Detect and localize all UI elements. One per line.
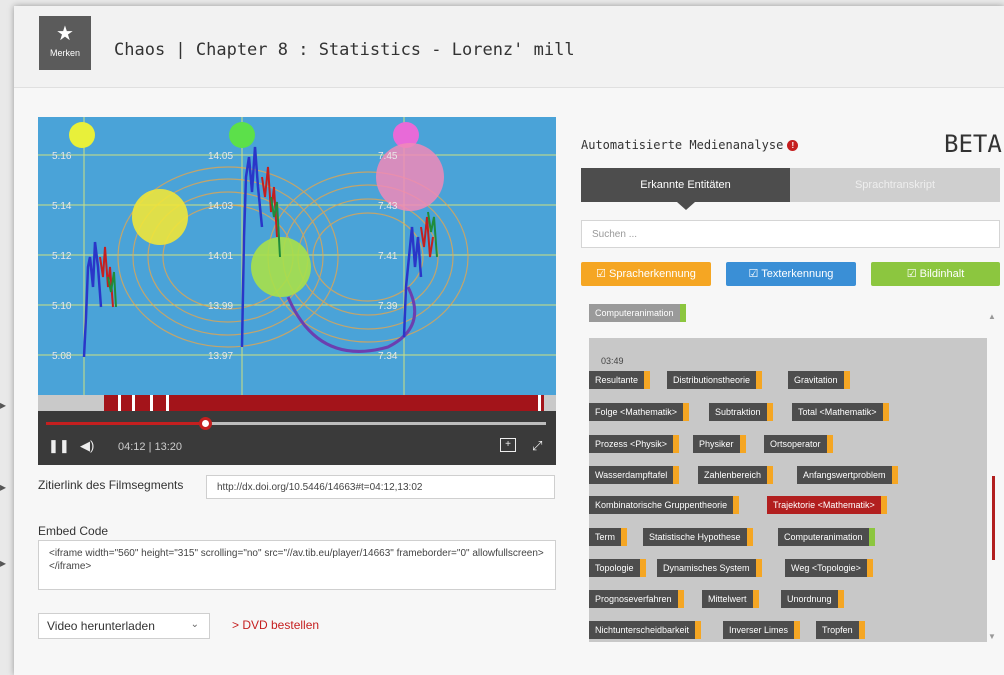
player-controls: ❚❚ ◀) 04:12 | 13:20 + ⤢ <box>38 411 556 465</box>
entity-tag[interactable]: Tropfen <box>816 621 865 639</box>
segment-time: 03:49 <box>601 356 624 366</box>
entity-tag[interactable]: Kombinatorische Gruppentheorie <box>589 496 740 514</box>
fullscreen-icon[interactable]: ⤢ <box>532 438 542 454</box>
entity-tag[interactable]: Distributionstheorie <box>667 371 763 389</box>
time-display: 04:12 | 13:20 <box>118 441 183 453</box>
entity-tag-panel: Computeranimation 03:49 Resultante Distr… <box>589 294 987 646</box>
filter-text-recognition[interactable]: ☑ Texterkennung <box>726 262 856 286</box>
entity-tag[interactable]: Anfangswertproblem <box>797 466 898 484</box>
add-segment-icon[interactable]: + <box>500 438 516 452</box>
entity-tag[interactable]: Zahlenbereich <box>698 466 774 484</box>
beta-badge: BETA <box>944 130 1002 158</box>
entity-tag-highlighted[interactable]: Trajektorie <Mathematik> <box>767 496 887 514</box>
chevron-down-icon[interactable]: ▼ <box>988 632 996 641</box>
entity-tag[interactable]: Weg <Topologie> <box>785 559 873 577</box>
segment-strip[interactable] <box>38 395 556 411</box>
arrow-pointer-icon: ▸ <box>0 556 7 570</box>
overlay-number: 14.05 <box>208 151 233 162</box>
page-frame: ★ Merken Chaos | Chapter 8 : Statistics … <box>14 6 1004 675</box>
seek-progress <box>46 422 205 425</box>
embed-code-field[interactable]: <iframe width="560" height="315" scrolli… <box>38 540 556 590</box>
entity-tag[interactable]: Ortsoperator <box>764 435 833 453</box>
entity-tag[interactable]: Wasserdampftafel <box>589 466 680 484</box>
entity-tag[interactable]: Statistische Hypothese <box>643 528 753 546</box>
video-player[interactable]: 5.16 5.14 5.12 5.10 5.08 14.05 14.03 14.… <box>38 117 556 395</box>
overlay-number: 7.34 <box>378 351 398 362</box>
overlay-number: 14.03 <box>208 201 233 212</box>
chevron-up-icon[interactable]: ▲ <box>988 312 996 321</box>
analysis-title: Automatisierte Medienanalyse! <box>581 138 799 152</box>
seek-handle[interactable] <box>198 417 212 430</box>
entity-tag[interactable]: Prozess <Physik> <box>589 435 680 453</box>
entity-tag[interactable]: Nichtunterscheidbarkeit <box>589 621 702 639</box>
overlay-number: 7.39 <box>378 301 398 312</box>
overlay-number: 14.01 <box>208 251 233 262</box>
bookmark-label: Merken <box>49 48 80 58</box>
embed-label: Embed Code <box>38 524 109 538</box>
entity-tag[interactable]: Total <Mathematik> <box>792 403 889 421</box>
chevron-down-icon: ⌄ <box>190 619 199 630</box>
scrollbar-thumb[interactable] <box>992 476 995 560</box>
filter-speech-recognition[interactable]: ☑ Spracherkennung <box>581 262 711 286</box>
bookmark-button[interactable]: ★ Merken <box>39 16 91 70</box>
header: ★ Merken Chaos | Chapter 8 : Statistics … <box>14 6 1004 88</box>
volume-icon[interactable]: ◀) <box>80 438 94 454</box>
entity-tag[interactable]: Term <box>589 528 627 546</box>
entity-tag[interactable]: Prognoseverfahren <box>589 590 684 608</box>
segment-strip-visual <box>38 395 556 411</box>
entity-tag[interactable]: Physiker <box>693 435 746 453</box>
analysis-title-text: Automatisierte Medienanalyse <box>581 138 784 152</box>
filter-label: Texterkennung <box>761 268 834 280</box>
overlay-number: 5.12 <box>52 251 72 262</box>
citation-label: Zitierlink des Filmsegments <box>38 478 184 492</box>
overlay-number: 5.16 <box>52 151 72 162</box>
arrow-pointer-icon: ▸ <box>0 480 7 494</box>
tag-panel-scrollbar[interactable]: ▲ ▼ <box>988 306 998 646</box>
tab-entities[interactable]: Erkannte Entitäten <box>581 168 790 210</box>
star-icon: ★ <box>56 23 74 45</box>
entity-tag[interactable]: Computeranimation <box>589 304 686 322</box>
filter-image-content[interactable]: ☑ Bildinhalt <box>871 262 1000 286</box>
entity-search-input[interactable]: Suchen ... <box>581 220 1000 248</box>
entity-tag[interactable]: Inverser Limes <box>723 621 801 639</box>
entity-tag[interactable]: Topologie <box>589 559 646 577</box>
citation-link-field[interactable]: http://dx.doi.org/10.5446/14663#t=04:12,… <box>206 475 555 499</box>
overlay-number: 5.14 <box>52 201 72 212</box>
overlay-number: 5.10 <box>52 301 72 312</box>
overlay-number: 13.97 <box>208 351 233 362</box>
overlay-number: 5.08 <box>52 351 72 362</box>
download-select[interactable]: Video herunterladen ⌄ <box>38 613 210 639</box>
overlay-number: 7.41 <box>378 251 398 262</box>
filter-label: Spracherkennung <box>609 268 696 280</box>
filter-label: Bildinhalt <box>919 268 965 280</box>
entity-tag[interactable]: Unordnung <box>781 590 844 608</box>
download-select-value: Video herunterladen <box>47 619 155 633</box>
video-frame-visual: 5.16 5.14 5.12 5.10 5.08 14.05 14.03 14.… <box>38 117 556 395</box>
overlay-number: 7.43 <box>378 201 398 212</box>
tab-transcript[interactable]: Sprachtranskript <box>790 168 1000 202</box>
entity-tag[interactable]: Mittelwert <box>702 590 759 608</box>
arrow-pointer-icon: ▸ <box>0 398 7 412</box>
overlay-number: 13.99 <box>208 301 233 312</box>
checkbox-icon: ☑ <box>906 268 920 280</box>
dvd-order-link[interactable]: > DVD bestellen <box>232 618 319 632</box>
pause-icon[interactable]: ❚❚ <box>48 438 70 454</box>
checkbox-icon: ☑ <box>596 268 610 280</box>
entity-tag[interactable]: Dynamisches System <box>657 559 762 577</box>
entity-tag[interactable]: Resultante <box>589 371 651 389</box>
page-title: Chaos | Chapter 8 : Statistics - Lorenz'… <box>114 40 575 60</box>
overlay-number: 7.45 <box>378 151 398 162</box>
entity-tag[interactable]: Folge <Mathematik> <box>589 403 690 421</box>
checkbox-icon: ☑ <box>748 268 762 280</box>
entity-tag[interactable]: Subtraktion <box>709 403 773 421</box>
info-icon[interactable]: ! <box>787 140 799 151</box>
entity-tag[interactable]: Gravitation <box>788 371 850 389</box>
entity-tag[interactable]: Computeranimation <box>778 528 875 546</box>
